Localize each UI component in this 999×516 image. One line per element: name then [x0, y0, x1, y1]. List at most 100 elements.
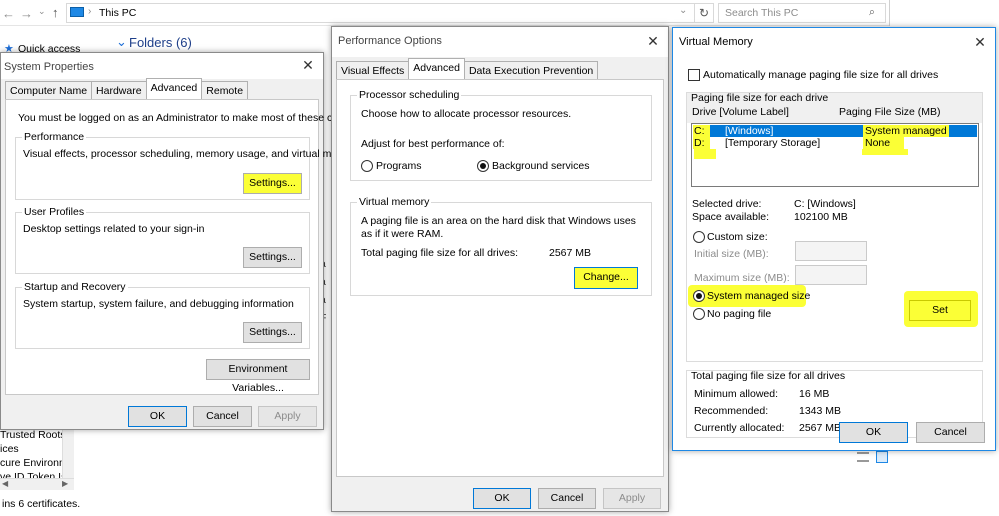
performance-options-apply-button[interactable]: Apply	[603, 488, 661, 509]
up-arrow-icon[interactable]: ↑	[52, 5, 59, 20]
search-icon: ⌕	[869, 6, 875, 18]
back-arrow-icon[interactable]: ←	[2, 6, 15, 21]
user-profiles-desc: Desktop settings related to your sign-in	[23, 223, 205, 235]
tab-remote[interactable]: Remote	[201, 81, 249, 99]
close-icon[interactable]: ✕	[971, 33, 989, 51]
performance-options-cancel-button[interactable]: Cancel	[538, 488, 596, 509]
programs-radio[interactable]	[361, 160, 373, 172]
close-icon[interactable]: ✕	[299, 56, 317, 74]
system-managed-label[interactable]: System managed size	[707, 290, 810, 302]
performance-label: Performance	[22, 131, 87, 143]
drive-letter: D:	[693, 137, 710, 149]
user-profiles-label: User Profiles	[22, 206, 87, 218]
details-view-icon[interactable]	[857, 452, 869, 462]
performance-advanced-panel: Processor scheduling Choose how to alloc…	[336, 79, 664, 477]
system-properties-title: System Properties	[4, 61, 94, 73]
scroll-left-icon[interactable]: ◀	[2, 479, 8, 488]
performance-options-titlebar[interactable]: Performance Options ✕	[332, 27, 668, 57]
explorer-toolbar: ← → ⌄ ↑ › This PC ⌄ ↻ Search This PC ⌕	[0, 0, 890, 26]
tab-visual-effects[interactable]: Visual Effects	[336, 61, 410, 79]
drive-size: System managed	[863, 125, 949, 137]
currently-allocated-value: 2567 MB	[799, 422, 842, 434]
address-separator-icon: ›	[88, 6, 92, 17]
custom-size-radio[interactable]	[693, 231, 705, 243]
background-services-radio[interactable]	[477, 160, 489, 172]
right-shell-edge	[889, 0, 890, 26]
user-profiles-group: User Profiles Desktop settings related t…	[15, 206, 310, 274]
tree-item[interactable]: cure Environm	[0, 457, 62, 469]
virtual-memory-cancel-button[interactable]: Cancel	[916, 422, 985, 443]
virtual-memory-dialog: Virtual Memory ✕ Automatically manage pa…	[672, 27, 996, 451]
close-icon[interactable]: ✕	[644, 32, 662, 50]
system-properties-cancel-button[interactable]: Cancel	[193, 406, 252, 427]
performance-options-title: Performance Options	[338, 35, 442, 47]
virtual-memory-label: Virtual memory	[357, 196, 432, 208]
size-column-header: Paging File Size (MB)	[839, 106, 941, 118]
address-dropdown-icon[interactable]: ⌄	[679, 5, 687, 16]
tab-advanced[interactable]: Advanced	[145, 78, 203, 99]
no-paging-label[interactable]: No paging file	[707, 308, 771, 320]
system-properties-apply-button[interactable]: Apply	[258, 406, 317, 427]
system-managed-radio[interactable]	[693, 290, 705, 302]
tab-advanced[interactable]: Advanced	[408, 58, 465, 79]
startup-recovery-settings-button[interactable]: Settings...	[243, 322, 302, 343]
tree-left-fragments: Trusted Roots ices cure Environm ve ID T…	[0, 427, 62, 479]
scroll-right-icon[interactable]: ▶	[62, 479, 68, 488]
performance-options-ok-button[interactable]: OK	[473, 488, 531, 509]
set-button[interactable]: Set	[909, 300, 971, 321]
minimum-allowed-label: Minimum allowed:	[694, 388, 779, 400]
virtual-memory-titlebar[interactable]: Virtual Memory ✕	[673, 28, 995, 58]
list-item[interactable]: D: [Temporary Storage] None	[693, 137, 977, 153]
virtual-memory-change-button[interactable]: Change...	[574, 267, 638, 289]
system-properties-ok-button[interactable]: OK	[128, 406, 187, 427]
drive-list[interactable]: C: [Windows] System managed D: [Temporar…	[691, 123, 979, 187]
total-paging-value: 2567 MB	[549, 247, 592, 259]
forward-arrow-icon[interactable]: →	[20, 6, 33, 21]
refresh-button[interactable]: ↻	[694, 3, 714, 23]
admin-note: You must be logged on as an Administrato…	[18, 112, 370, 124]
auto-manage-checkbox[interactable]	[688, 69, 700, 81]
custom-size-label[interactable]: Custom size:	[707, 231, 768, 243]
tree-item[interactable]: Trusted Roots	[0, 429, 62, 441]
drive-label: [Windows]	[725, 125, 774, 137]
programs-label[interactable]: Programs	[376, 160, 422, 172]
search-box[interactable]: Search This PC ⌕	[718, 3, 886, 23]
processor-scheduling-desc: Choose how to allocate processor resourc…	[361, 108, 572, 120]
drive-letter-highlight	[694, 149, 716, 159]
initial-size-input[interactable]	[795, 241, 867, 261]
address-bar[interactable]: › This PC ⌄	[66, 3, 714, 23]
search-placeholder: Search This PC	[725, 7, 799, 19]
no-paging-radio[interactable]	[693, 308, 705, 320]
horizontal-scrollbar[interactable]: ◀ ▶	[0, 478, 74, 490]
recent-dropdown-icon[interactable]: ⌄	[38, 6, 46, 17]
drive-label: [Temporary Storage]	[725, 137, 821, 149]
folders-chevron-icon[interactable]: ⌄	[116, 34, 127, 50]
maximum-size-input[interactable]	[795, 265, 867, 285]
virtual-memory-ok-button[interactable]: OK	[839, 422, 908, 443]
startup-recovery-desc: System startup, system failure, and debu…	[23, 298, 294, 310]
each-drive-label: Paging file size for each drive	[691, 92, 829, 104]
tiles-view-icon[interactable]	[876, 451, 888, 463]
tab-hardware[interactable]: Hardware	[91, 81, 147, 99]
tab-data-execution-prevention[interactable]: Data Execution Prevention	[463, 61, 599, 79]
list-item[interactable]: C: [Windows] System managed	[693, 125, 977, 137]
performance-options-tabs: Visual Effects Advanced Data Execution P…	[336, 58, 599, 79]
space-available-label: Space available:	[692, 211, 770, 223]
user-profiles-settings-button[interactable]: Settings...	[243, 247, 302, 268]
virtual-memory-group: Virtual memory A paging file is an area …	[350, 196, 652, 296]
performance-group: Performance Visual effects, processor sc…	[15, 131, 361, 200]
space-available-value: 102100 MB	[794, 211, 848, 223]
background-services-label[interactable]: Background services	[492, 160, 589, 172]
system-properties-titlebar[interactable]: System Properties ✕	[1, 53, 323, 79]
advanced-tab-panel: You must be logged on as an Administrato…	[5, 99, 370, 395]
performance-settings-button[interactable]: Settings...	[243, 173, 302, 194]
drive-column-header: Drive [Volume Label]	[692, 106, 789, 118]
each-drive-group: Paging file size for each drive Drive [V…	[686, 92, 983, 362]
tab-computer-name[interactable]: Computer Name	[5, 81, 93, 99]
maximum-size-label: Maximum size (MB):	[694, 272, 790, 284]
auto-manage-label[interactable]: Automatically manage paging file size fo…	[703, 69, 938, 81]
tree-item[interactable]: ices	[0, 443, 19, 455]
processor-scheduling-label: Processor scheduling	[357, 89, 462, 101]
selected-drive-value: C: [Windows]	[794, 198, 856, 210]
environment-variables-button[interactable]: Environment Variables...	[206, 359, 310, 394]
